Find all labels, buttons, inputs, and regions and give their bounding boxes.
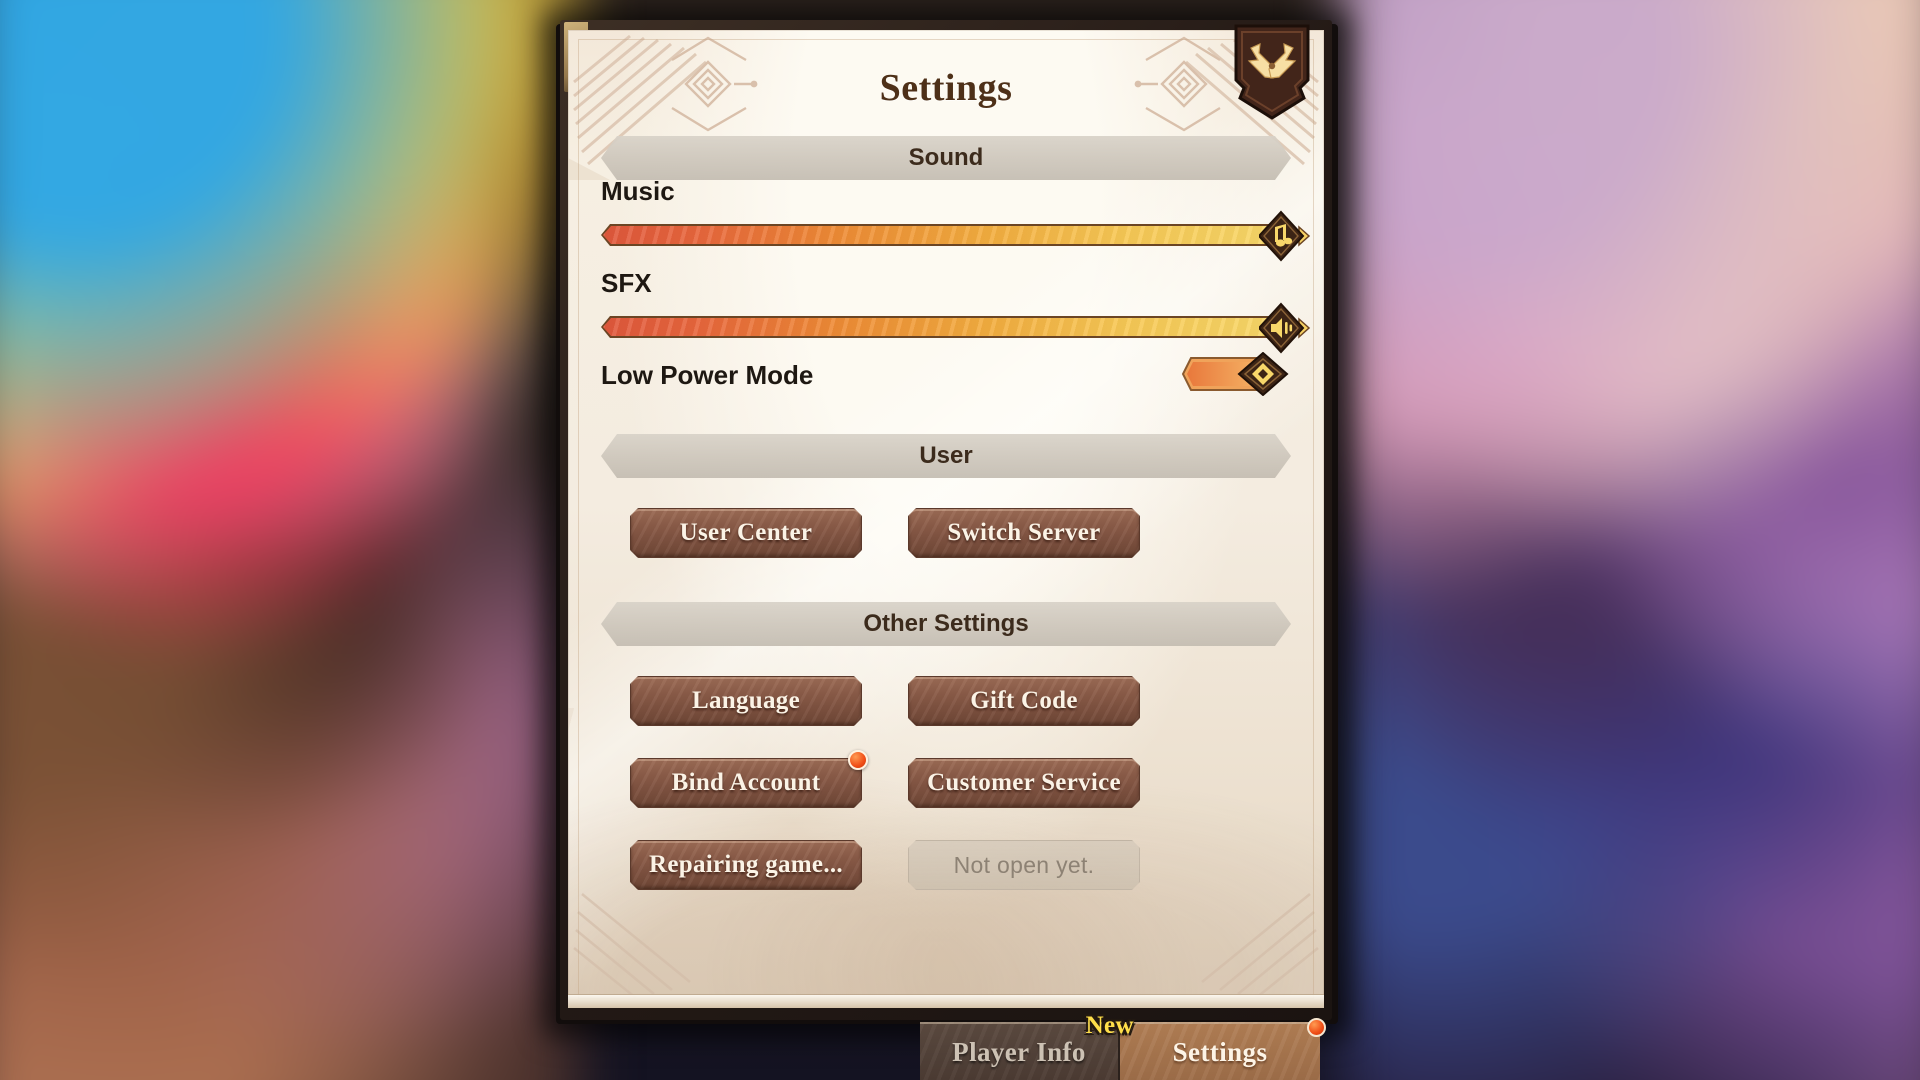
button-label: Repairing game...	[649, 851, 843, 878]
background-left-blur	[0, 0, 578, 1080]
low-power-mode-toggle[interactable]	[1181, 351, 1291, 397]
game-settings-screen: Settings Sound Music SFX Low Power Mode …	[0, 0, 1920, 1080]
bind-account-notification-badge	[848, 750, 868, 770]
page-title: Settings	[879, 67, 1013, 109]
music-slider-handle[interactable]	[1257, 210, 1311, 262]
section-header-user: User	[601, 434, 1291, 478]
settings-panel: Settings Sound Music SFX Low Power Mode …	[552, 16, 1340, 1026]
language-button[interactable]: Language	[630, 676, 862, 726]
close-x-icon	[1234, 24, 1310, 120]
new-badge: New	[1085, 1012, 1134, 1039]
gift-code-button[interactable]: Gift Code	[908, 676, 1140, 726]
button-label: Language	[692, 687, 800, 714]
music-slider[interactable]	[601, 210, 1311, 262]
settings-notification-badge	[1307, 1018, 1326, 1037]
section-header-sound: Sound	[601, 136, 1291, 180]
section-header-label: Other Settings	[863, 610, 1029, 637]
button-label: User Center	[679, 519, 813, 546]
button-label: Customer Service	[927, 769, 1121, 796]
tab-label: Player Info	[952, 1036, 1086, 1067]
settings-content: Settings Sound Music SFX Low Power Mode …	[568, 30, 1324, 1008]
sfx-slider-fill	[603, 318, 1289, 336]
repairing-game-button[interactable]: Repairing game...	[630, 840, 862, 890]
customer-service-button[interactable]: Customer Service	[908, 758, 1140, 808]
sfx-label: SFX	[601, 268, 652, 298]
music-slider-fill	[603, 226, 1289, 244]
bottom-tab-bar: Player Info New Settings	[920, 1012, 1326, 1080]
section-header-label: User	[919, 442, 973, 469]
close-button[interactable]	[1230, 22, 1314, 120]
bind-account-button[interactable]: Bind Account	[630, 750, 868, 808]
background-right-blur	[1342, 0, 1920, 1080]
music-label: Music	[601, 176, 675, 206]
user-center-button[interactable]: User Center	[630, 508, 862, 558]
button-label: Bind Account	[671, 769, 821, 796]
switch-server-button[interactable]: Switch Server	[908, 508, 1140, 558]
not-open-yet-placeholder: Not open yet.	[908, 840, 1140, 890]
button-label: Switch Server	[947, 519, 1101, 546]
low-power-mode-label: Low Power Mode	[601, 360, 814, 390]
tab-settings[interactable]: Settings	[1120, 1018, 1326, 1080]
button-label: Gift Code	[970, 687, 1078, 714]
tab-label: Settings	[1172, 1036, 1268, 1067]
sfx-slider[interactable]	[601, 302, 1311, 354]
tab-player-info[interactable]: Player Info New	[920, 1012, 1134, 1080]
sfx-slider-handle[interactable]	[1257, 302, 1311, 354]
section-header-label: Sound	[908, 144, 984, 171]
button-label: Not open yet.	[953, 851, 1095, 878]
section-header-other-settings: Other Settings	[601, 602, 1291, 646]
